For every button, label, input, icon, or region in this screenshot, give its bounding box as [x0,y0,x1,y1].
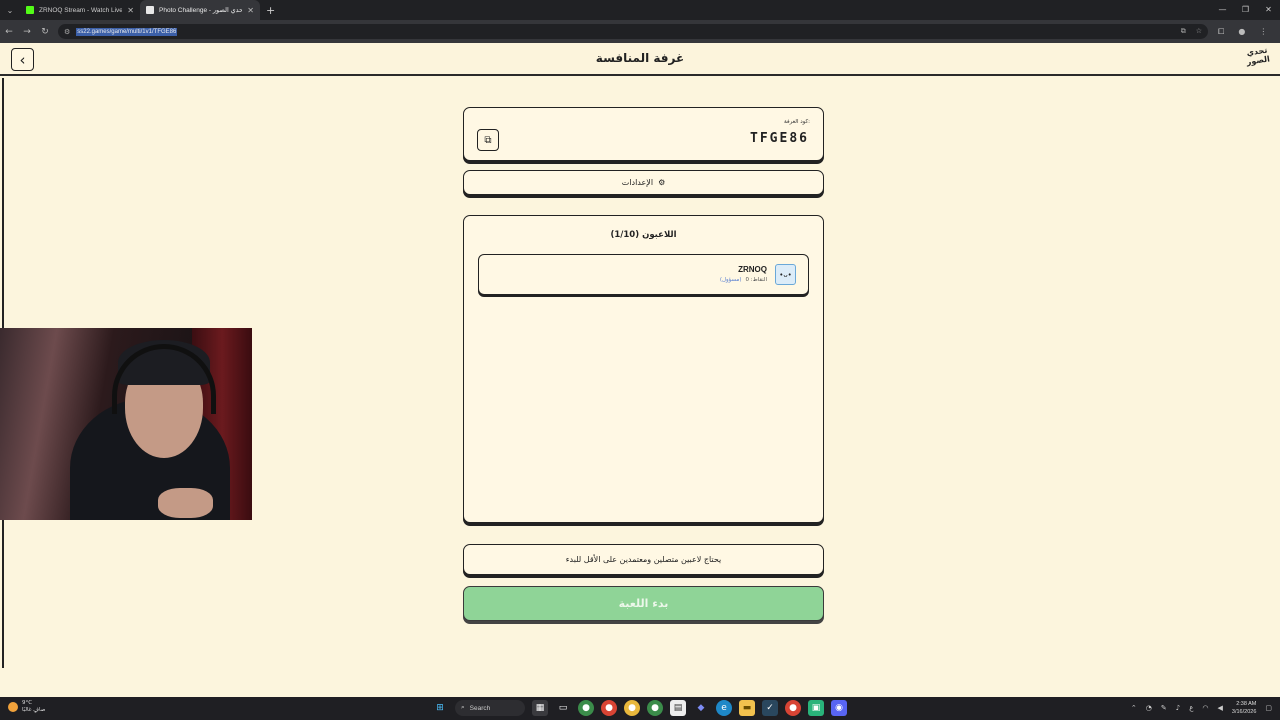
system-tray: ⌃ ◔ ✎ ♪ ع ◠ ◀ 2:38 AM 3/16/2026 ▢ [1131,700,1272,716]
browser-tab-photo-challenge[interactable]: Photo Challenge - تحدي الصور ✕ [140,0,260,20]
address-bar[interactable]: ⚙ ss22.games/game/multi/1v1/TFGE86 ⧉ ☆ [58,24,1208,39]
browser-toolbar: ← → ↻ ⚙ ss22.games/game/multi/1v1/TFGE86… [0,20,1280,43]
settings-label: الإعدادات [621,178,654,187]
chrome-icon[interactable]: ● [601,700,617,716]
room-code-card: كود الغرفة: TFGE86 ⧉ [463,107,824,161]
steam-icon[interactable]: ✓ [762,700,778,716]
settings-button[interactable]: الإعدادات ⚙ [463,170,824,195]
weather-desc: صافٍ غالبًا [22,707,46,713]
tab-search-icon[interactable]: ⌄ [0,0,20,20]
webcam-hand [158,488,213,518]
network-icon[interactable]: ◔ [1146,704,1152,712]
taskbar-apps: ⊞ ⌕ Search ▦ ▭ ● ● ● ● ▤ ◆ e ▬ ✓ ● ▣ ◉ [432,700,847,716]
language-icon[interactable]: ع [1189,704,1193,712]
room-code-label: كود الغرفة: [784,119,810,125]
notifications-icon[interactable]: ▢ [1265,704,1272,712]
new-tab-icon[interactable]: + [266,4,275,17]
copy-code-button[interactable]: ⧉ [477,129,499,151]
close-tab-icon[interactable]: ✕ [247,6,254,15]
discord-icon[interactable]: ◉ [831,700,847,716]
profile-icon[interactable]: ● [1238,27,1245,37]
url-text[interactable]: ss22.games/game/multi/1v1/TFGE86 [76,27,178,36]
browser-tab-kick[interactable]: ZRNOQ Stream - Watch Live o ✕ [20,0,140,20]
players-title: اللاعبون (1/10) [610,230,677,240]
weather-sun-icon [8,702,18,712]
clock-date: 3/16/2026 [1231,709,1257,715]
browser-tabstrip: ⌄ ZRNOQ Stream - Watch Live o ✕ Photo Ch… [0,0,1280,20]
windows-taskbar: 9°C صافٍ غالبًا ⊞ ⌕ Search ▦ ▭ ● ● ● ● ▤… [0,697,1280,720]
room-code: TFGE86 [750,131,809,146]
start-game-button[interactable]: بدء اللعبة [463,586,824,621]
player-role-badge: (مسؤول) [719,277,742,283]
file-explorer-icon[interactable]: ▬ [739,700,755,716]
volume-icon[interactable]: ◀ [1218,704,1223,712]
kick-favicon-icon [26,6,34,14]
app-icon[interactable]: ▣ [808,700,824,716]
players-panel: اللاعبون (1/10) •ᴗ• ZRNOQ النقاط: 0 (مسؤ… [463,215,824,523]
menu-icon[interactable]: ⋮ [1259,27,1267,37]
extensions-icon[interactable]: ⧠ [1218,27,1224,37]
copy-icon: ⧉ [484,134,492,146]
player-meta: النقاط: 0 (مسؤول) [720,277,767,283]
avatar-face-icon: •ᴗ• [779,270,792,279]
tab-title: Photo Challenge - تحدي الصور [159,7,243,14]
windows-start-icon[interactable]: ⊞ [432,700,448,716]
copilot-icon[interactable]: ◆ [693,700,709,716]
close-window-icon[interactable]: ✕ [1257,0,1280,20]
weather-widget[interactable]: 9°C صافٍ غالبًا [8,700,45,714]
chrome-icon[interactable]: ● [578,700,594,716]
close-tab-icon[interactable]: ✕ [127,6,134,15]
page-header: ‹ غرفة المنافسة تحدي الصور [0,43,1280,76]
taskbar-search[interactable]: ⌕ Search [455,700,525,716]
reload-icon[interactable]: ↻ [36,27,54,37]
translate-icon[interactable]: ⧉ [1181,27,1186,36]
tab-title: ZRNOQ Stream - Watch Live o [39,6,123,14]
search-icon: ⌕ [461,704,465,711]
mic-icon[interactable]: ♪ [1176,704,1180,712]
edge-icon[interactable]: e [716,700,732,716]
calendar-icon[interactable]: ▤ [670,700,686,716]
player-name: ZRNOQ [738,265,767,274]
clock[interactable]: 2:38 AM 3/16/2026 [1232,700,1256,716]
pen-icon[interactable]: ✎ [1161,704,1167,712]
task-view-icon[interactable]: ▭ [555,700,571,716]
wifi-icon[interactable]: ◠ [1202,704,1208,712]
site-logo[interactable]: تحدي الصور [1242,45,1273,73]
start-requirement-notice: يحتاج لاعبين متصلين ومعتمدين على الأقل ل… [463,544,824,575]
site-info-icon[interactable]: ⚙ [64,28,70,36]
weather-temp: 9°C [22,700,33,706]
restore-icon[interactable]: ❐ [1234,0,1257,20]
clock-time: 2:38 AM [1236,701,1257,707]
forward-nav-icon[interactable]: → [18,27,36,37]
bookmark-star-icon[interactable]: ☆ [1196,27,1202,36]
page-favicon-icon [146,6,154,14]
chrome-icon[interactable]: ● [647,700,663,716]
chrome-icon[interactable]: ● [785,700,801,716]
chevron-up-icon[interactable]: ⌃ [1131,704,1137,712]
gear-icon: ⚙ [658,178,666,187]
minimize-icon[interactable]: — [1211,0,1234,20]
page-title: غرفة المنافسة [595,51,685,65]
window-controls: — ❐ ✕ [1211,0,1280,20]
search-label: Search [469,704,491,712]
player-score: النقاط: 0 [745,277,767,283]
avatar: •ᴗ• [775,264,796,285]
player-row: •ᴗ• ZRNOQ النقاط: 0 (مسؤول) [478,254,809,295]
webcam-overlay [0,328,252,520]
widgets-icon[interactable]: ▦ [532,700,548,716]
chrome-icon[interactable]: ● [624,700,640,716]
back-nav-icon[interactable]: ← [0,27,18,37]
